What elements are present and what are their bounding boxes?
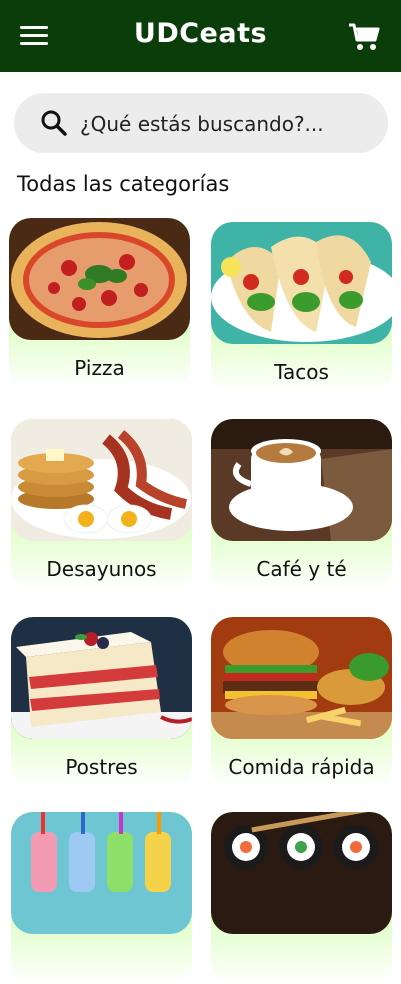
cart-button[interactable]	[348, 22, 380, 52]
tacos-image	[211, 222, 392, 344]
search-icon	[41, 110, 67, 136]
coffee-image	[211, 419, 392, 541]
category-card-tacos[interactable]: Tacos	[211, 222, 392, 394]
category-card-desayunos[interactable]: Desayunos	[11, 419, 192, 591]
breakfast-image	[11, 419, 192, 541]
cart-icon	[349, 23, 380, 50]
category-label: Desayunos	[46, 557, 157, 581]
category-card-sushi[interactable]	[211, 812, 392, 984]
category-card-postres[interactable]: Postres	[11, 617, 192, 789]
fast-food-image	[211, 617, 392, 739]
search-input[interactable]	[78, 105, 372, 143]
category-label: Comida rápida	[228, 755, 375, 779]
category-card-bebidas[interactable]	[11, 812, 192, 984]
dessert-image	[11, 617, 192, 739]
sushi-image	[211, 812, 392, 934]
pizza-image	[9, 218, 190, 340]
app-header: UDCeats	[0, 0, 401, 72]
category-label: Café y té	[256, 557, 347, 581]
category-label: Tacos	[274, 360, 329, 384]
category-label: Pizza	[74, 356, 125, 380]
search-bar[interactable]	[14, 93, 388, 153]
category-label: Postres	[65, 755, 138, 779]
category-card-cafe-te[interactable]: Café y té	[211, 419, 392, 591]
category-card-pizza[interactable]: Pizza	[9, 218, 190, 390]
category-card-comida-rapida[interactable]: Comida rápida	[211, 617, 392, 789]
section-title: Todas las categorías	[17, 172, 230, 196]
app-title: UDCeats	[133, 18, 268, 49]
drinks-image	[11, 812, 192, 934]
